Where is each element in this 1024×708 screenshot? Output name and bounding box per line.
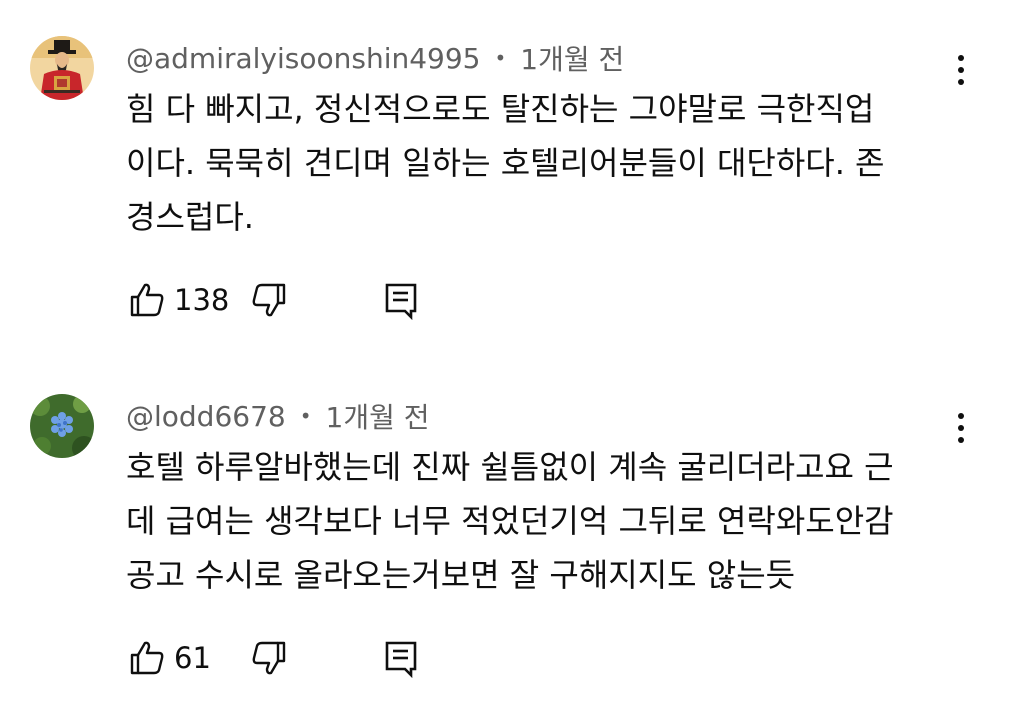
portrait-avatar-icon	[30, 36, 94, 100]
separator-dot: •	[494, 46, 507, 70]
timestamp[interactable]: 1개월 전	[326, 396, 430, 436]
thumbs-up-icon	[130, 641, 164, 675]
timestamp[interactable]: 1개월 전	[520, 38, 624, 78]
comment-header: @admiralyisoonshin4995 • 1개월 전	[126, 38, 624, 78]
comment-actions: 138	[126, 278, 422, 322]
reply-button[interactable]	[380, 637, 422, 679]
reply-comment-icon	[385, 283, 417, 320]
reply-button[interactable]	[380, 279, 422, 321]
menu-dot	[958, 425, 964, 431]
author-name[interactable]: @admiralyisoonshin4995	[126, 42, 481, 75]
like-button[interactable]	[126, 637, 168, 679]
dislike-button[interactable]	[248, 279, 290, 321]
menu-dot	[958, 79, 964, 85]
avatar[interactable]	[30, 394, 94, 458]
thumbs-down-icon	[252, 641, 286, 675]
dislike-button[interactable]	[248, 637, 290, 679]
menu-dot	[958, 413, 964, 419]
comment-text: 호텔 하루알바했는데 진짜 쉴틈없이 계속 굴리더라고요 근 데 급여는 생각보…	[126, 448, 894, 594]
comment-actions: 61	[126, 636, 422, 680]
avatar[interactable]	[30, 36, 94, 100]
like-button[interactable]	[126, 279, 168, 321]
separator-dot: •	[299, 404, 312, 428]
like-count: 61	[174, 641, 211, 675]
menu-dot	[958, 55, 964, 61]
thumbs-up-icon	[130, 283, 164, 317]
like-count: 138	[174, 283, 230, 317]
menu-dot	[958, 67, 964, 73]
comment-text: 힘 다 빠지고, 정신적으로도 탈진하는 그야말로 극한직업 이다. 묵묵히 견…	[126, 90, 885, 236]
reply-comment-icon	[385, 641, 417, 678]
thumbs-down-icon	[252, 283, 286, 317]
author-name[interactable]: @lodd6678	[126, 400, 286, 433]
hydrangea-avatar-icon	[30, 394, 94, 458]
comment-header: @lodd6678 • 1개월 전	[126, 396, 430, 436]
menu-dot	[958, 437, 964, 443]
